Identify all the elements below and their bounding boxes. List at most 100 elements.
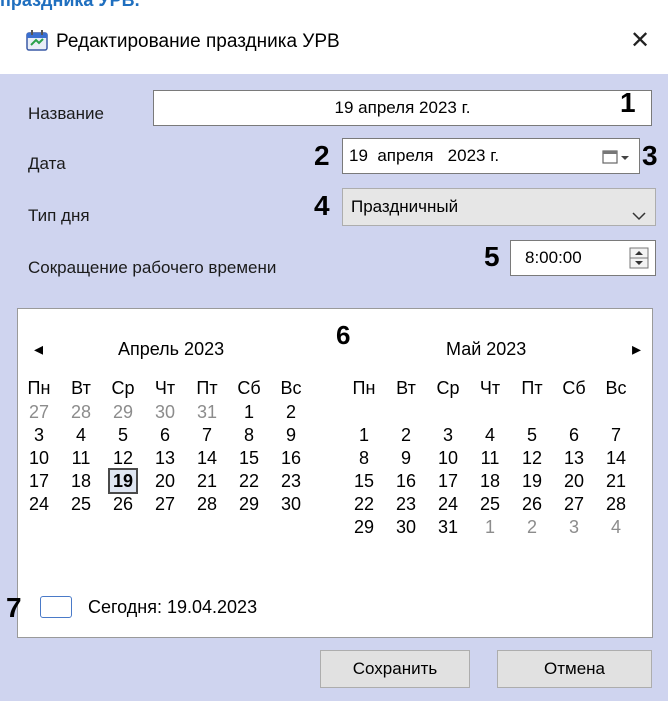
calendar-day[interactable]: 27: [559, 493, 589, 515]
daytype-label: Тип дня: [28, 206, 90, 225]
calendar-day[interactable]: 17: [24, 470, 54, 492]
may-grid: Пн Вт Ср Чт Пт Сб Вс 1 2 3 4 5 6 7 8 9 10 11 12 13 14 15 16 17 1…: [349, 309, 649, 609]
close-icon[interactable]: ✕: [624, 26, 656, 56]
calendar-day[interactable]: 6: [150, 424, 180, 446]
calendar-day[interactable]: 28: [192, 493, 222, 515]
calendar-day[interactable]: 24: [24, 493, 54, 515]
calendar-day[interactable]: 1: [349, 424, 379, 446]
calendar-day[interactable]: 20: [559, 470, 589, 492]
month-calendar: ◂ Апрель 2023 6 Май 2023 ▸ Пн Вт Ср Чт Пт Сб В…: [17, 308, 653, 638]
calendar-day[interactable]: 23: [391, 493, 421, 515]
calendar-day[interactable]: 16: [391, 470, 421, 492]
date-picker[interactable]: 19 апреля 2023 г.: [342, 138, 640, 174]
callout-1: 1: [620, 87, 636, 118]
calendar-day[interactable]: 16: [276, 447, 306, 469]
chevron-down-icon: [631, 200, 647, 221]
weekday-header: Чт: [479, 378, 501, 398]
cancel-button[interactable]: Отмена: [497, 650, 652, 688]
calendar-day[interactable]: 30: [276, 493, 306, 515]
spin-up-down-icon[interactable]: [629, 247, 649, 269]
calendar-day[interactable]: 7: [601, 424, 631, 446]
title-bar: Редактирование праздника УРВ ✕: [0, 12, 668, 74]
calendar-day[interactable]: 19: [517, 470, 547, 492]
callout-4: 4: [314, 190, 330, 221]
calendar-day[interactable]: 30: [391, 516, 421, 538]
reduction-time-input[interactable]: 8:00:00: [510, 240, 656, 276]
calendar-day[interactable]: 2: [517, 516, 547, 538]
calendar-day[interactable]: 2: [276, 401, 306, 423]
calendar-day[interactable]: 11: [66, 447, 96, 469]
calendar-day[interactable]: 21: [192, 470, 222, 492]
calendar-day[interactable]: 30: [150, 401, 180, 423]
reduction-label: Сокращение рабочего времени: [28, 258, 277, 277]
calendar-day[interactable]: 31: [433, 516, 463, 538]
calendar-day[interactable]: 22: [349, 493, 379, 515]
today-link[interactable]: Сегодня: 19.04.2023: [88, 597, 257, 618]
calendar-day[interactable]: 4: [475, 424, 505, 446]
calendar-day[interactable]: 23: [276, 470, 306, 492]
calendar-day[interactable]: 6: [559, 424, 589, 446]
calendar-day[interactable]: 31: [192, 401, 222, 423]
calendar-day[interactable]: 28: [66, 401, 96, 423]
weekday-header: Ср: [436, 378, 460, 398]
calendar-day[interactable]: 28: [601, 493, 631, 515]
calendar-day[interactable]: 1: [234, 401, 264, 423]
weekday-header: Пт: [521, 378, 543, 398]
calendar-day[interactable]: 15: [234, 447, 264, 469]
calendar-day[interactable]: 22: [234, 470, 264, 492]
calendar-day[interactable]: 14: [192, 447, 222, 469]
calendar-day-selected[interactable]: 19: [108, 468, 138, 494]
calendar-day[interactable]: 10: [24, 447, 54, 469]
calendar-day[interactable]: 26: [108, 493, 138, 515]
calendar-day[interactable]: 15: [349, 470, 379, 492]
name-input[interactable]: 19 апреля 2023 г.: [153, 90, 652, 126]
calendar-day[interactable]: 5: [517, 424, 547, 446]
calendar-day[interactable]: 27: [24, 401, 54, 423]
april-grid: Пн Вт Ср Чт Пт Сб Вс 27 28 29 30 31 1 2 3 4 5 6 7 8 9 10 11 12 1…: [24, 309, 324, 609]
calendar-day[interactable]: 14: [601, 447, 631, 469]
page-top-text: праздника УРВ.: [0, 0, 140, 10]
calendar-day[interactable]: 2: [391, 424, 421, 446]
today-marker-icon: [40, 596, 72, 618]
calendar-day[interactable]: 3: [433, 424, 463, 446]
calendar-day[interactable]: 9: [391, 447, 421, 469]
callout-5: 5: [484, 241, 500, 272]
calendar-day[interactable]: 13: [559, 447, 589, 469]
calendar-day[interactable]: 18: [475, 470, 505, 492]
calendar-day[interactable]: 20: [150, 470, 180, 492]
calendar-day[interactable]: 4: [66, 424, 96, 446]
calendar-day[interactable]: 29: [234, 493, 264, 515]
calendar-day[interactable]: 4: [601, 516, 631, 538]
reduction-time-value: 8:00:00: [525, 248, 582, 267]
calendar-day[interactable]: 21: [601, 470, 631, 492]
calendar-day[interactable]: 26: [517, 493, 547, 515]
calendar-day[interactable]: 11: [475, 447, 505, 469]
calendar-day[interactable]: 9: [276, 424, 306, 446]
calendar-day[interactable]: 27: [150, 493, 180, 515]
name-label: Название: [28, 104, 104, 123]
calendar-day[interactable]: 25: [66, 493, 96, 515]
calendar-day[interactable]: 3: [559, 516, 589, 538]
calendar-day[interactable]: 24: [433, 493, 463, 515]
date-picker-value: 19 апреля 2023 г.: [349, 146, 500, 165]
daytype-select[interactable]: Праздничный: [342, 188, 656, 226]
calendar-app-icon: [26, 29, 48, 51]
calendar-day[interactable]: 29: [108, 401, 138, 423]
calendar-day[interactable]: 10: [433, 447, 463, 469]
weekday-header: Вс: [605, 378, 627, 398]
calendar-day[interactable]: 17: [433, 470, 463, 492]
calendar-day[interactable]: 8: [234, 424, 264, 446]
calendar-day[interactable]: 12: [517, 447, 547, 469]
calendar-day[interactable]: 3: [24, 424, 54, 446]
calendar-day[interactable]: 13: [150, 447, 180, 469]
calendar-day[interactable]: 1: [475, 516, 505, 538]
calendar-day[interactable]: 25: [475, 493, 505, 515]
calendar-day[interactable]: 18: [66, 470, 96, 492]
calendar-day[interactable]: 29: [349, 516, 379, 538]
calendar-day[interactable]: 12: [108, 447, 138, 469]
calendar-day[interactable]: 5: [108, 424, 138, 446]
save-button[interactable]: Сохранить: [320, 650, 470, 688]
calendar-day[interactable]: 7: [192, 424, 222, 446]
calendar-day[interactable]: 8: [349, 447, 379, 469]
calendar-dropdown-icon[interactable]: [601, 146, 635, 168]
